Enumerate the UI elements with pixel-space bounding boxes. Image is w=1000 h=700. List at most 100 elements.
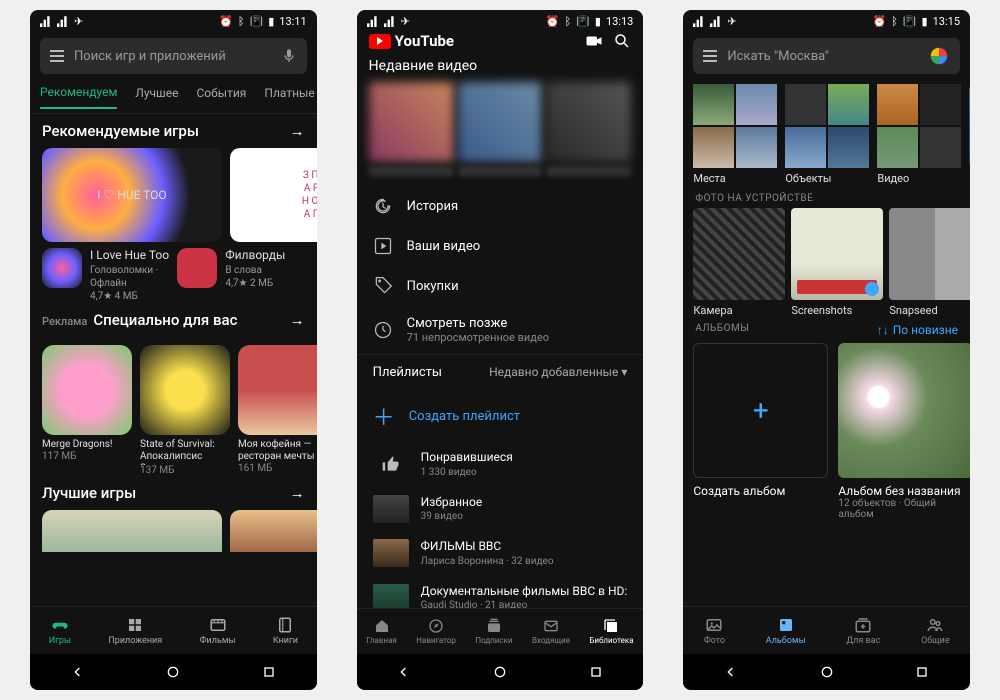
game-thumb: [42, 345, 132, 435]
create-album[interactable]: + Создать альбом: [693, 343, 828, 520]
sort-button[interactable]: ↑↓ По новизне: [877, 323, 958, 337]
nav-library[interactable]: Библиотека: [589, 618, 633, 645]
history-icon: [373, 196, 393, 216]
your-videos-item[interactable]: Ваши видео: [357, 226, 644, 266]
nav-inbox[interactable]: Входящие: [532, 618, 570, 645]
home-button[interactable]: [165, 664, 181, 680]
search-bar[interactable]: Поиск игр и приложений: [40, 38, 307, 74]
recent-videos-row[interactable]: [357, 82, 644, 162]
menu-icon[interactable]: [703, 50, 717, 62]
nav-home[interactable]: Главная: [366, 618, 396, 645]
youtube-logo[interactable]: YouTube: [369, 32, 454, 50]
game-item[interactable]: Merge Dragons! 117 МБ: [42, 345, 132, 476]
nav-apps[interactable]: Приложения: [108, 616, 162, 646]
game-item[interactable]: Моя кофейня — ресторан мечты 161 МБ: [238, 345, 317, 476]
tab-events[interactable]: События: [197, 86, 247, 108]
youtube-header: YouTube: [357, 32, 644, 50]
search-placeholder: Поиск игр и приложений: [74, 49, 271, 64]
game-item[interactable]: State of Survival: Апокалипсис Зом… 137 …: [140, 345, 230, 476]
game-banner[interactable]: [42, 510, 222, 552]
playlist-item[interactable]: Документальные фильмы BBC в HD:Gaudi Stu…: [357, 576, 644, 608]
app-banner-hue[interactable]: I ♡ HUE TOO: [42, 148, 222, 242]
device-photos-label: ФОТО НА УСТРОЙСТВЕ: [683, 185, 970, 208]
back-button[interactable]: [396, 664, 412, 680]
search-placeholder: Искать "Москва": [727, 49, 918, 64]
play-box-icon: [373, 236, 393, 256]
playlist-liked[interactable]: Понравившиеся1 330 видео: [357, 442, 644, 487]
category-more[interactable]: Кол: [969, 84, 970, 185]
nav-movies[interactable]: Фильмы: [200, 616, 236, 646]
app-item-filwords[interactable]: Филворды В слова 4,7★ 2 МБ: [177, 248, 304, 303]
home-button[interactable]: [492, 664, 508, 680]
folder-screenshots[interactable]: Screenshots: [791, 208, 883, 317]
category-tabs: Рекомендуем Лучшее События Платные: [30, 80, 317, 114]
nav-subs[interactable]: Подписки: [475, 618, 512, 645]
folder-snapseed[interactable]: Snapseed: [889, 208, 970, 317]
alarm-icon: ⏰: [219, 15, 233, 28]
create-playlist-button[interactable]: ＋ Создать плейлист: [357, 390, 644, 442]
playlists-header: Плейлисты Недавно добавленные ▾: [357, 354, 644, 390]
watch-later-item[interactable]: Смотреть позже71 непросмотренное видео: [357, 306, 644, 354]
menu-icon[interactable]: [50, 50, 64, 62]
plus-icon: ＋: [373, 400, 395, 432]
nav-albums[interactable]: Альбомы: [766, 616, 806, 646]
app-icon: [177, 248, 217, 288]
signal-icon: [693, 15, 705, 27]
tab-top[interactable]: Лучшее: [135, 86, 178, 108]
sort-dropdown[interactable]: Недавно добавленные ▾: [489, 365, 627, 380]
alarm-icon: ⏰: [546, 15, 560, 28]
arrow-right-icon[interactable]: →: [290, 122, 305, 140]
tab-recommended[interactable]: Рекомендуем: [40, 85, 117, 109]
video-thumb[interactable]: [546, 82, 631, 162]
bottom-nav: Главная Навигатор Подписки Входящие Библ…: [357, 608, 644, 654]
section-best[interactable]: Лучшие игры →: [30, 476, 317, 510]
arrow-right-icon[interactable]: →: [290, 484, 305, 502]
playlist-thumb: [373, 539, 409, 567]
game-banner[interactable]: [230, 510, 317, 552]
app-item-hue[interactable]: I Love Hue Too Головоломки · Офлайн 4,7★…: [42, 248, 169, 303]
playlist-item[interactable]: ФИЛЬМЫ BBCЛариса Воронина · 32 видео: [357, 531, 644, 576]
album-item[interactable]: Альбом без названия 12 объектов · Общий …: [838, 343, 970, 520]
search-bar[interactable]: Искать "Москва": [693, 38, 960, 74]
alarm-icon: ⏰: [873, 15, 887, 28]
home-button[interactable]: [819, 664, 835, 680]
video-thumb[interactable]: [369, 82, 454, 162]
mic-icon[interactable]: [281, 48, 297, 64]
history-item[interactable]: История: [357, 186, 644, 226]
camera-icon[interactable]: [585, 32, 603, 50]
telegram-icon: ✈: [727, 15, 736, 28]
clock-icon: [373, 320, 393, 340]
battery-icon: ▮: [595, 15, 601, 28]
recent-button[interactable]: [588, 664, 604, 680]
video-thumb[interactable]: [458, 82, 543, 162]
nav-for-you[interactable]: Для вас: [846, 616, 880, 646]
app-banner-filwords[interactable]: З П А Л А Р Я Е Н О Д Ц А Г К А: [230, 148, 317, 242]
arrow-right-icon[interactable]: →: [290, 311, 305, 329]
nav-explore[interactable]: Навигатор: [416, 618, 456, 645]
vibrate-icon: 📳: [903, 15, 917, 28]
google-photos-icon[interactable]: [928, 45, 950, 67]
play-store-screen: ✈ ⏰ ᛒ 📳 ▮ 13:11 Поиск игр и приложений Р…: [30, 10, 317, 690]
bluetooth-icon: ᛒ: [565, 15, 572, 28]
status-bar: ✈ ⏰ ᛒ 📳 ▮ 13:13: [357, 10, 644, 32]
game-thumb: [140, 345, 230, 435]
nav-books[interactable]: Книги: [273, 616, 298, 646]
section-for-you[interactable]: РекламаСпециально для вас →: [30, 303, 317, 337]
nav-photos[interactable]: Фото: [704, 616, 725, 646]
recent-button[interactable]: [914, 664, 930, 680]
search-icon[interactable]: [613, 32, 631, 50]
clock-text: 13:13: [606, 15, 633, 28]
playlist-item[interactable]: Избранное39 видео: [357, 487, 644, 532]
section-recommended[interactable]: Рекомендуемые игры →: [30, 114, 317, 148]
back-button[interactable]: [70, 664, 86, 680]
recent-button[interactable]: [261, 664, 277, 680]
nav-games[interactable]: Игры: [49, 616, 71, 646]
category-objects[interactable]: Объекты: [785, 84, 869, 185]
category-places[interactable]: Места: [693, 84, 777, 185]
folder-camera[interactable]: Камера: [693, 208, 785, 317]
back-button[interactable]: [723, 664, 739, 680]
nav-shared[interactable]: Общие: [921, 616, 950, 646]
purchases-item[interactable]: Покупки: [357, 266, 644, 306]
tab-paid[interactable]: Платные: [264, 86, 314, 108]
category-videos[interactable]: Видео: [877, 84, 961, 185]
